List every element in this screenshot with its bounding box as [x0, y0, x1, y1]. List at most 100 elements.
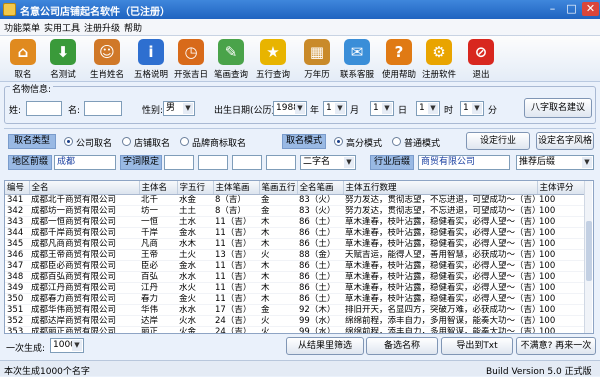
- results-table[interactable]: 编号 全名 主体名 字五行 主体笔画 笔画五行 全名笔画 主体五行数理 主体评分 341 成都北千…: [4, 180, 594, 334]
- table-row[interactable]: 342 成都坊一商贸有限公司 坊一 土土 8（吉）金 83（火） 努力发达，贯彻志望，不忘进…: [5, 205, 589, 217]
- menu-functions[interactable]: 功能菜单: [4, 21, 40, 34]
- filter-results-button[interactable]: 从结果里筛选: [286, 337, 364, 355]
- menu-help[interactable]: 帮助: [124, 21, 142, 34]
- gender-label: 性别:: [142, 106, 164, 116]
- generate-count-select[interactable]: 1000 ▼: [50, 338, 84, 353]
- industry-suffix-input[interactable]: 商贸有限公司: [418, 155, 510, 170]
- table-row[interactable]: 344 成都千岸商贸有限公司 千岸 金水 11（吉）木 86（土） 草木逢春，枝叶沾露，稳健…: [5, 227, 589, 239]
- birth-day-select[interactable]: 1 ▼: [370, 101, 394, 116]
- toolbar-button-gear[interactable]: ⚙ 注册软件: [418, 36, 460, 82]
- char-limit-input-4[interactable]: [266, 155, 296, 170]
- column-header[interactable]: 主体五行数理: [343, 181, 538, 195]
- toolbar-button-help[interactable]: ? 使用帮助: [378, 36, 420, 82]
- char-limit-input-1[interactable]: [164, 155, 194, 170]
- close-button[interactable]: ✕: [582, 2, 599, 16]
- table-row[interactable]: 348 成都百弘商贸有限公司 百弘 水水 11（吉）木 86（土） 草木逢春，枝叶沾露，稳健…: [5, 271, 589, 283]
- radio-company-naming-label: 公司取名: [76, 139, 113, 149]
- table-row[interactable]: 347 成都臣必商贸有限公司 臣必 金水 11（吉）木 86（土） 草木逢春，枝叶沾露，稳健…: [5, 260, 589, 272]
- backup-names-button[interactable]: 备选名称: [366, 337, 438, 355]
- table-row[interactable]: 343 成都一恒商贸有限公司 一恒 土水 11（吉）木 86（土） 草木逢春，枝叶沾露，稳健…: [5, 216, 589, 228]
- toolbar-button-chat[interactable]: ✉ 联系客服: [336, 36, 378, 82]
- table-row[interactable]: 350 成都春力商贸有限公司 春力 金火 11（吉）木 86（土） 草木逢春，枝叶沾露，稳健…: [5, 293, 589, 305]
- radio-brand-naming-label: 品牌商标取名: [192, 139, 247, 149]
- table-cell: 金火: [177, 293, 213, 305]
- table-cell: 火金: [177, 326, 213, 333]
- app-icon: [3, 3, 16, 16]
- table-row[interactable]: 351 成都华伟商贸有限公司 华伟 水水 17（吉）金 92（木） 排旧开天，名显四方，突破…: [5, 304, 589, 316]
- minimize-button[interactable]: –: [544, 2, 561, 16]
- column-header[interactable]: 主体名: [139, 181, 178, 195]
- set-name-style-button[interactable]: 设定名字风格: [536, 132, 594, 150]
- column-header[interactable]: 笔画五行: [259, 181, 298, 195]
- chevron-down-icon: ▼: [295, 103, 305, 114]
- table-cell: 成都华伟商贸有限公司: [29, 304, 139, 316]
- radio-shop-naming[interactable]: [122, 137, 131, 146]
- table-cell: 100: [537, 293, 589, 305]
- toolbar-button-download[interactable]: ⬇ 名测试: [42, 36, 84, 82]
- table-row[interactable]: 349 成都江丹商贸有限公司 江丹 水火 11（吉）木 86（土） 草木逢春，枝叶沾露，稳健…: [5, 282, 589, 294]
- table-scrollbar[interactable]: [584, 181, 592, 333]
- char-limit-input-3[interactable]: [232, 155, 262, 170]
- maximize-button[interactable]: □: [563, 2, 580, 16]
- column-header[interactable]: 字五行: [177, 181, 214, 195]
- table-cell: 8（吉）: [213, 194, 259, 206]
- table-cell: 水金: [177, 194, 213, 206]
- given-name-input[interactable]: [84, 101, 122, 116]
- set-industry-button[interactable]: 设定行业: [466, 132, 530, 150]
- table-cell: 土水: [177, 216, 213, 228]
- table-row[interactable]: 353 成都丽正商贸有限公司 丽正 火金 24（吉）火 99（水） 绵绵前程，添丰自力，多用…: [5, 326, 589, 333]
- home-icon: ⌂: [10, 39, 36, 65]
- table-cell: 土土: [177, 205, 213, 217]
- table-cell: 11（吉）: [213, 293, 259, 305]
- toolbar-button-info[interactable]: i 五格说明: [130, 36, 172, 82]
- gender-select[interactable]: 男 ▼: [163, 101, 195, 116]
- column-header[interactable]: 编号: [5, 181, 30, 195]
- table-cell: 绵绵前程，添丰自力，多用智谋，能奏大功～（吉）: [343, 326, 537, 333]
- table-cell: 草木逢春，枝叶沾露，稳健着实，必得人望～（吉）: [343, 282, 537, 294]
- word-count-select[interactable]: 二字名 ▼: [300, 155, 356, 170]
- birth-year-select[interactable]: 1988 ▼: [273, 101, 307, 116]
- radio-normal-mode[interactable]: [392, 137, 401, 146]
- toolbar-button-calendar[interactable]: ▦ 万年历: [296, 36, 338, 82]
- table-row[interactable]: 345 成都凡商商贸有限公司 凡商 水木 11（吉）木 86（土） 草木逢春，枝叶沾露，稳健…: [5, 238, 589, 250]
- table-cell: 北千: [139, 194, 177, 206]
- radio-high-score-mode[interactable]: [334, 137, 343, 146]
- toolbar-button-clock[interactable]: ◷ 开张吉日: [170, 36, 212, 82]
- char-limit-input-2[interactable]: [198, 155, 228, 170]
- toolbar-button-stop[interactable]: ⊘ 退出: [460, 36, 502, 82]
- radio-shop-naming-label: 店铺取名: [134, 139, 171, 149]
- export-txt-button[interactable]: 导出到Txt: [441, 337, 513, 355]
- surname-input[interactable]: [26, 101, 62, 116]
- name-label: 名:: [68, 106, 81, 116]
- region-prefix-input[interactable]: 成都: [54, 155, 116, 170]
- birth-hour-select[interactable]: 1 ▼: [416, 101, 440, 116]
- column-header[interactable]: 主体评分: [537, 181, 590, 195]
- scrollbar-thumb[interactable]: [586, 221, 592, 281]
- table-row[interactable]: 346 成都王帝商贸有限公司 王帝 土火 13（吉）火 88（金） 天赋吉运，能得人望，善用…: [5, 249, 589, 261]
- naming-type-label: 取名类型: [8, 134, 56, 149]
- table-row[interactable]: 352 成都达岸商贸有限公司 达岸 火水 24（吉）火 99（水） 绵绵前程，添丰自力，多用…: [5, 315, 589, 327]
- table-cell: 344: [5, 227, 29, 239]
- birth-month-select[interactable]: 1 ▼: [323, 101, 347, 116]
- table-cell: 11（吉）: [213, 271, 259, 283]
- table-cell: 24（吉）: [213, 326, 259, 333]
- menu-tools[interactable]: 实用工具: [44, 21, 80, 34]
- column-header[interactable]: 全名笔画: [297, 181, 344, 195]
- table-row[interactable]: 341 成都北千商贸有限公司 北千 水金 8（吉）金 83（火） 努力发达，贯彻志望，不忘进…: [5, 194, 589, 206]
- bazi-suggest-button[interactable]: 八字取名建议: [524, 98, 592, 118]
- column-header[interactable]: 主体笔画: [213, 181, 260, 195]
- suffix-preset-select[interactable]: 推荐后缀 ▼: [516, 155, 594, 170]
- regenerate-button[interactable]: 不满意? 再来一次: [516, 337, 596, 355]
- surname-label: 姓:: [9, 106, 22, 116]
- menu-register[interactable]: 注册升级: [84, 21, 120, 34]
- toolbar-button-home[interactable]: ⌂ 取名: [2, 36, 44, 82]
- birth-minute-select[interactable]: 1 ▼: [460, 101, 484, 116]
- toolbar-button-people[interactable]: ☺ 生肖姓名: [86, 36, 128, 82]
- radio-company-naming[interactable]: [64, 137, 73, 146]
- toolbar-button-document[interactable]: ✎ 笔画查询: [210, 36, 252, 82]
- radio-brand-naming[interactable]: [180, 137, 189, 146]
- table-cell: 100: [537, 271, 589, 283]
- toolbar-button-star[interactable]: ★ 五行查询: [252, 36, 294, 82]
- column-header[interactable]: 全名: [29, 181, 140, 195]
- table-cell: 100: [537, 194, 589, 206]
